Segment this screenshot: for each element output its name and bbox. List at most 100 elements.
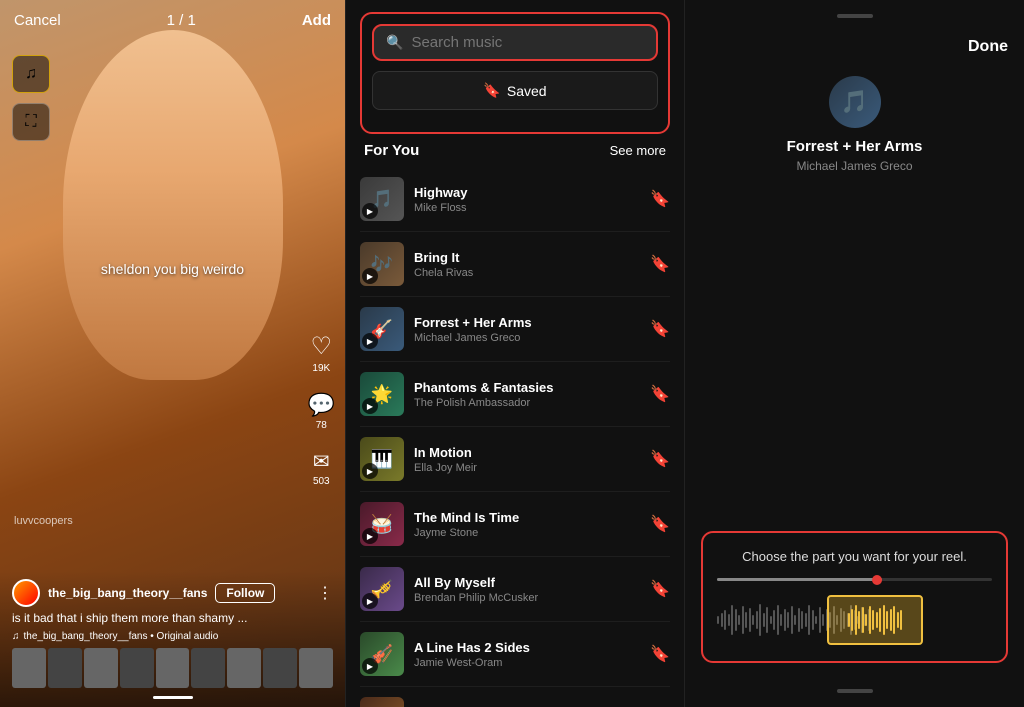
bookmark-icon[interactable]: 🔖 (650, 579, 670, 599)
play-icon: ▶ (362, 593, 378, 609)
video-user-row: the_big_bang_theory__fans Follow ⋮ (12, 579, 333, 607)
filmstrip-thumb (156, 648, 190, 688)
music-info: The Mind Is Time Jayme Stone (414, 510, 640, 539)
music-info: All By Myself Brendan Philip McCusker (414, 575, 640, 604)
bookmark-icon[interactable]: 🔖 (650, 644, 670, 664)
search-input[interactable] (411, 34, 644, 51)
bookmark-icon[interactable]: 🔖 (650, 514, 670, 534)
video-filmstrip (12, 648, 333, 688)
music-thumb-inner: 🎤 (360, 697, 404, 707)
list-item[interactable]: 🎺 ▶ All By Myself Brendan Philip McCuske… (360, 557, 670, 622)
done-button[interactable]: Done (968, 38, 1008, 56)
list-item[interactable]: 🥁 ▶ The Mind Is Time Jayme Stone 🔖 (360, 492, 670, 557)
video-username: luvvcoopers (14, 515, 73, 527)
filmstrip-thumb (48, 648, 82, 688)
see-more-button[interactable]: See more (610, 143, 666, 158)
trim-choose-text: Choose the part you want for your reel. (717, 549, 992, 564)
filmstrip-thumb (191, 648, 225, 688)
video-panel: Cancel 1 / 1 Add ♫ ⛶ sheldon you big wei… (0, 0, 345, 707)
music-info: Phantoms & Fantasies The Polish Ambassad… (414, 380, 640, 409)
list-item[interactable]: 🎤 ▶ Pickin' Lickin' (feat. Ramón Stagnar… (360, 687, 670, 707)
music-thumb: 🥁 ▶ (360, 502, 404, 546)
comment-button[interactable]: 💬 78 (308, 392, 335, 431)
music-thumb: 🎶 ▶ (360, 242, 404, 286)
comment-icon: 💬 (308, 392, 335, 418)
search-section-border: 🔍 🔖 Saved (360, 12, 670, 134)
music-artist: Mike Floss (414, 202, 640, 214)
for-you-title: For You (364, 142, 419, 159)
cancel-button[interactable]: Cancel (14, 12, 61, 29)
list-item[interactable]: 🎶 ▶ Bring It Chela Rivas 🔖 (360, 232, 670, 297)
music-title: Phantoms & Fantasies (414, 380, 640, 395)
saved-label: Saved (507, 83, 547, 99)
music-info: In Motion Ella Joy Meir (414, 445, 640, 474)
trim-progress-fill (717, 578, 882, 581)
music-artist: Chela Rivas (414, 267, 640, 279)
trim-song-title: Forrest + Her Arms (787, 138, 923, 155)
music-thumb: 🎤 ▶ (360, 697, 404, 707)
music-icon-box[interactable]: ♫ (12, 55, 50, 93)
bottom-handle (153, 696, 193, 699)
video-counter: 1 / 1 (167, 12, 196, 29)
bookmark-icon[interactable]: 🔖 (650, 449, 670, 469)
music-title: Bring It (414, 250, 640, 265)
waveform-selection[interactable] (827, 595, 923, 645)
bookmark-icon[interactable]: 🔖 (650, 384, 670, 404)
add-button[interactable]: Add (302, 12, 331, 29)
music-artist: Jayme Stone (414, 527, 640, 539)
saved-button[interactable]: 🔖 Saved (372, 71, 658, 110)
waveform-selection-bars (848, 605, 903, 635)
fullscreen-icon-box[interactable]: ⛶ (12, 103, 50, 141)
video-caption: is it bad that i ship them more than sha… (12, 611, 333, 625)
filmstrip-thumb (120, 648, 154, 688)
album-art-icon: 🎵 (841, 89, 868, 115)
music-panel: 🔍 🔖 Saved For You See more 🎵 ▶ Highway M… (345, 0, 685, 707)
music-thumb: 🎺 ▶ (360, 567, 404, 611)
share-button[interactable]: ✉ 503 (313, 449, 330, 487)
play-icon: ▶ (362, 463, 378, 479)
video-right-icons: ♡ 19K 💬 78 ✉ 503 (308, 332, 335, 487)
music-title: The Mind Is Time (414, 510, 640, 525)
music-info: Highway Mike Floss (414, 185, 640, 214)
trim-progress-dot (872, 575, 882, 585)
audio-label: the_big_bang_theory__fans • Original aud… (24, 631, 219, 642)
list-item[interactable]: 🎸 ▶ Forrest + Her Arms Michael James Gre… (360, 297, 670, 362)
music-title: In Motion (414, 445, 640, 460)
music-artist: The Polish Ambassador (414, 397, 640, 409)
more-options-icon[interactable]: ⋮ (317, 583, 333, 603)
list-item[interactable]: 🌟 ▶ Phantoms & Fantasies The Polish Amba… (360, 362, 670, 427)
video-left-icons: ♫ ⛶ (12, 55, 50, 141)
trim-top-bar: Done (701, 38, 1008, 56)
play-icon: ▶ (362, 268, 378, 284)
music-artist: Jamie West-Oram (414, 657, 640, 669)
album-art: 🎵 (829, 76, 881, 128)
video-bottom: the_big_bang_theory__fans Follow ⋮ is it… (0, 571, 345, 707)
filmstrip-thumb (227, 648, 261, 688)
music-list: 🎵 ▶ Highway Mike Floss 🔖 🎶 ▶ Bring It Ch… (346, 167, 684, 707)
music-artist: Michael James Greco (414, 332, 640, 344)
bookmark-icon[interactable]: 🔖 (650, 319, 670, 339)
like-button[interactable]: ♡ 19K (311, 332, 333, 374)
music-title: A Line Has 2 Sides (414, 640, 640, 655)
video-subject (63, 30, 283, 380)
bookmark-icon[interactable]: 🔖 (650, 254, 670, 274)
music-top-section: 🔍 🔖 Saved For You See more (346, 0, 684, 167)
list-item[interactable]: 🎹 ▶ In Motion Ella Joy Meir 🔖 (360, 427, 670, 492)
filmstrip-thumb (299, 648, 333, 688)
music-thumb: 🎻 ▶ (360, 632, 404, 676)
trim-progress-bar[interactable] (717, 578, 992, 581)
list-item[interactable]: 🎻 ▶ A Line Has 2 Sides Jamie West-Oram 🔖 (360, 622, 670, 687)
share-count: 503 (313, 476, 330, 487)
list-item[interactable]: 🎵 ▶ Highway Mike Floss 🔖 (360, 167, 670, 232)
video-audio-row: ♫ the_big_bang_theory__fans • Original a… (12, 631, 333, 642)
follow-button[interactable]: Follow (215, 583, 275, 603)
music-info: Forrest + Her Arms Michael James Greco (414, 315, 640, 344)
trim-song-artist: Michael James Greco (796, 159, 912, 173)
music-artist: Ella Joy Meir (414, 462, 640, 474)
trim-waveform[interactable] (717, 595, 992, 645)
music-search-box[interactable]: 🔍 (372, 24, 658, 61)
video-top-bar: Cancel 1 / 1 Add (0, 0, 345, 41)
video-username-label: the_big_bang_theory__fans (48, 586, 207, 600)
play-icon: ▶ (362, 203, 378, 219)
bookmark-icon[interactable]: 🔖 (650, 189, 670, 209)
